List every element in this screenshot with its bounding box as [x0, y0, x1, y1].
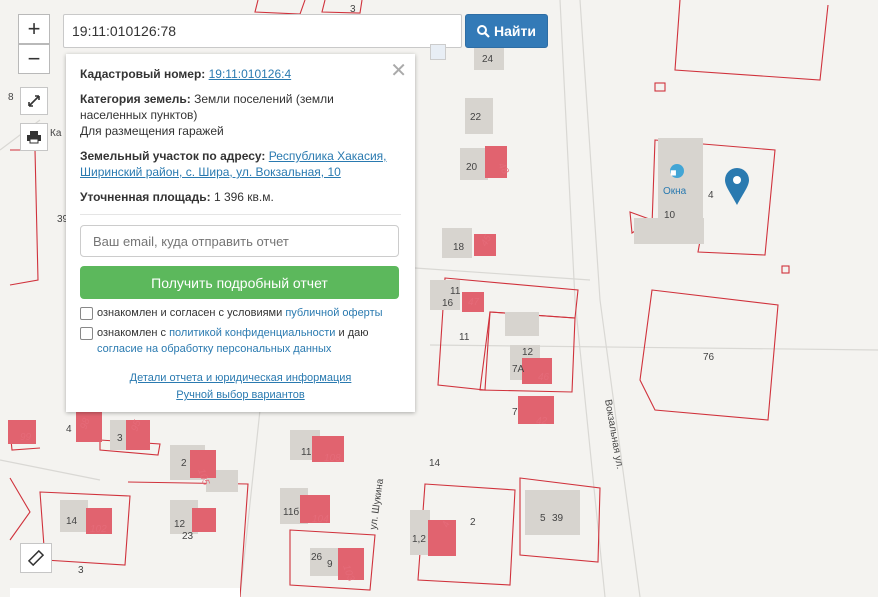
broken-image-icon	[430, 44, 446, 60]
offer-checkbox[interactable]	[80, 307, 93, 320]
svg-text:42: 42	[536, 416, 548, 427]
area-label: Уточненная площадь:	[80, 190, 211, 204]
cadastral-number-label: Кадастровый номер:	[80, 67, 206, 81]
svg-text:46: 46	[538, 372, 550, 383]
svg-text:◼: ◼	[670, 168, 677, 177]
offer-consent-row: ознакомлен и согласен с условиями публич…	[80, 305, 401, 321]
privacy-consent-row: ознакомлен с политикой конфиденциальност…	[80, 325, 401, 357]
privacy-text-a: ознакомлен с	[97, 327, 167, 339]
manual-row: Ручной выбор вариантов	[66, 389, 415, 401]
offer-consent-text: ознакомлен и согласен с условиями публич…	[97, 305, 383, 321]
manual-selection-link[interactable]: Ручной выбор вариантов	[176, 389, 304, 401]
privacy-policy-link[interactable]: политикой конфиденциальности	[169, 327, 335, 339]
svg-text:12: 12	[174, 519, 186, 530]
address-row: Земельный участок по адресу: Республика …	[80, 148, 401, 180]
cadastral-number-row: Кадастровый номер: 19:11:010126:4	[80, 66, 401, 82]
ruler-icon	[28, 550, 44, 566]
svg-text:7: 7	[512, 407, 518, 418]
svg-text:1,2: 1,2	[412, 534, 426, 545]
svg-text:16: 16	[442, 298, 454, 309]
svg-text:14: 14	[66, 516, 78, 527]
personal-data-consent-link[interactable]: согласие на обработку персональных данны…	[97, 343, 331, 355]
search-button-label: Найти	[494, 23, 536, 39]
svg-text:11: 11	[459, 332, 470, 343]
svg-text:39: 39	[552, 513, 564, 524]
svg-text:108: 108	[324, 453, 341, 464]
print-button[interactable]	[20, 123, 48, 151]
privacy-consent-text: ознакомлен с политикой конфиденциальност…	[97, 325, 401, 357]
privacy-checkbox[interactable]	[80, 327, 93, 340]
privacy-text-b: и даю	[338, 327, 369, 339]
svg-text:24: 24	[482, 54, 494, 65]
svg-text:5: 5	[540, 513, 546, 524]
svg-text:11: 11	[301, 447, 312, 458]
get-report-button[interactable]: Получить подробный отчет	[80, 266, 399, 299]
svg-text:3: 3	[78, 565, 84, 576]
svg-text:47: 47	[468, 297, 480, 308]
svg-text:4: 4	[66, 424, 72, 435]
zoom-out-button[interactable]: −	[18, 44, 50, 74]
land-category-row: Категория земель: Земли поселений (земли…	[80, 91, 401, 139]
search-button[interactable]: Найти	[465, 14, 548, 48]
svg-text:23: 23	[182, 531, 194, 542]
public-offer-link[interactable]: публичной оферты	[285, 307, 382, 319]
area-value: 1 396 кв.м.	[213, 190, 274, 204]
svg-text:Окна: Окна	[663, 186, 687, 197]
report-details-link[interactable]: Детали отчета и юридическая информация	[130, 372, 352, 384]
svg-text:22: 22	[470, 112, 482, 123]
svg-text:14: 14	[429, 458, 441, 469]
offer-text: ознакомлен и согласен с условиями	[97, 307, 283, 319]
svg-text:18: 18	[453, 242, 465, 253]
ruler-button[interactable]	[20, 543, 52, 573]
svg-text:76: 76	[703, 352, 715, 363]
fullscreen-button[interactable]	[20, 87, 48, 115]
svg-text:102: 102	[90, 524, 107, 535]
svg-text:11б: 11б	[283, 506, 299, 518]
svg-text:20: 20	[466, 162, 478, 173]
svg-text:104: 104	[312, 514, 329, 525]
cadastral-search-input[interactable]	[63, 14, 462, 48]
expand-icon	[28, 95, 40, 107]
cadastral-number-link[interactable]: 19:11:010126:4	[209, 67, 292, 81]
svg-text:3: 3	[117, 433, 123, 444]
svg-text:12: 12	[522, 347, 534, 358]
svg-text:2: 2	[181, 458, 187, 469]
details-row: Детали отчета и юридическая информация	[66, 372, 415, 384]
svg-text:9: 9	[327, 559, 333, 570]
print-icon	[27, 131, 41, 144]
svg-text:2: 2	[470, 517, 476, 528]
address-label: Земельный участок по адресу:	[80, 149, 266, 163]
svg-text:26: 26	[311, 552, 323, 563]
close-icon[interactable]: ✕	[390, 58, 407, 83]
area-row: Уточненная площадь: 1 396 кв.м.	[80, 189, 401, 215]
svg-text:8: 8	[8, 92, 14, 103]
land-use-value: Для размещения гаражей	[80, 124, 224, 138]
svg-text:Ка: Ка	[50, 128, 62, 139]
svg-text:7А: 7А	[512, 364, 525, 375]
svg-text:99: 99	[20, 432, 32, 443]
land-category-label: Категория земель:	[80, 92, 191, 106]
search-icon	[477, 24, 490, 38]
email-field[interactable]	[80, 225, 399, 257]
svg-text:10: 10	[664, 210, 676, 221]
svg-text:4: 4	[708, 190, 714, 201]
parcel-info-popup: ✕ Кадастровый номер: 19:11:010126:4 Кате…	[66, 54, 415, 412]
zoom-in-button[interactable]: +	[18, 14, 50, 44]
svg-text:11: 11	[450, 286, 461, 297]
